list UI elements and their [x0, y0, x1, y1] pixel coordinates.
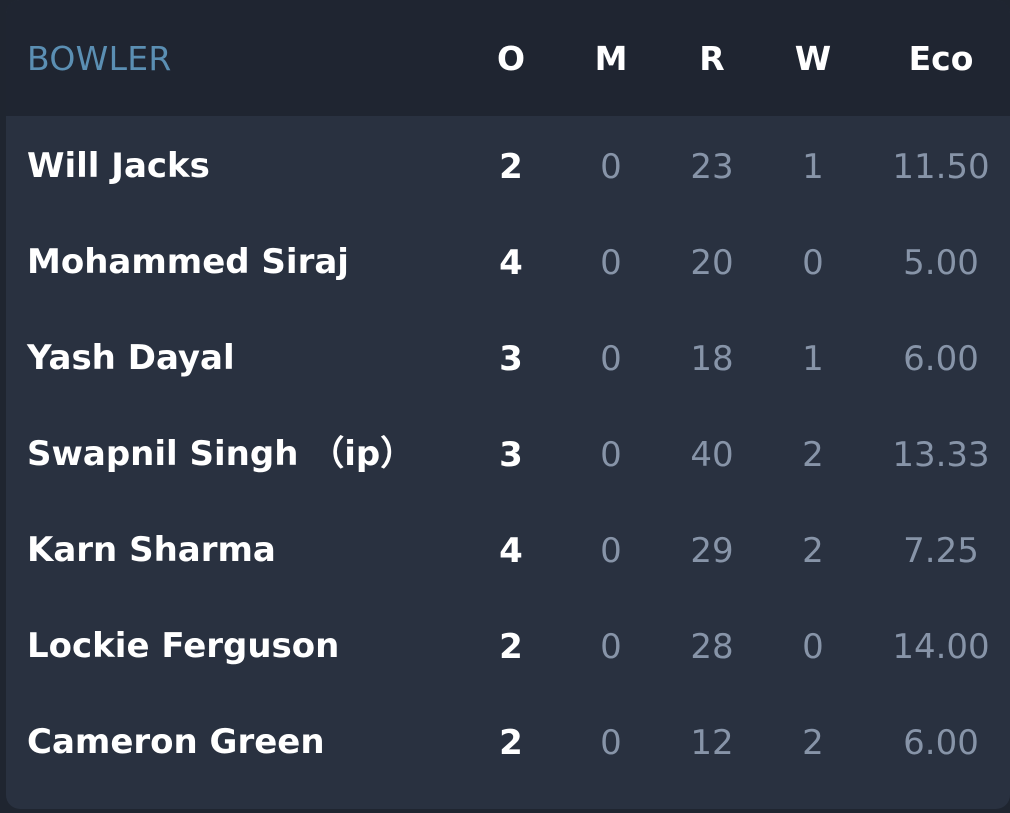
economy-value: 11.50 — [892, 147, 990, 187]
table-row: Lockie Ferguson 2 0 28 0 14.00 — [6, 599, 1010, 695]
wickets-value: 1 — [802, 339, 824, 379]
bowler-name: Lockie Ferguson — [27, 626, 340, 666]
bowler-name: Swapnil Singh （ip） — [27, 434, 415, 474]
bowler-name: Karn Sharma — [27, 530, 276, 570]
wickets-value: 0 — [802, 243, 824, 283]
economy-value: 6.00 — [903, 723, 979, 763]
economy-value: 6.00 — [903, 339, 979, 379]
header-economy: Eco — [908, 39, 974, 78]
wickets-value: 2 — [802, 435, 824, 475]
table-row: Mohammed Siraj 4 0 20 0 5.00 — [6, 215, 1010, 311]
bowler-name: Cameron Green — [27, 722, 325, 762]
economy-value: 14.00 — [892, 627, 990, 667]
wickets-value: 1 — [802, 147, 824, 187]
wickets-value: 2 — [802, 723, 824, 763]
bowler-name: Mohammed Siraj — [27, 242, 349, 282]
economy-value: 13.33 — [892, 435, 990, 475]
bowler-name: Yash Dayal — [27, 338, 235, 378]
table-row: Yash Dayal 3 0 18 1 6.00 — [6, 311, 1010, 407]
table-row: Will Jacks 2 0 23 1 11.50 — [6, 119, 1010, 215]
header-bowler: BOWLER — [27, 39, 172, 78]
table-row: Karn Sharma 4 0 29 2 7.25 — [6, 503, 1010, 599]
bowler-name: Will Jacks — [27, 146, 210, 186]
table-row: Swapnil Singh （ip） 3 0 40 2 13.33 — [6, 407, 1010, 503]
bowling-scorecard: BOWLER O M R W Eco Will Jacks 2 0 23 1 1… — [6, 0, 1010, 809]
wickets-value: 2 — [802, 531, 824, 571]
table-header: BOWLER O M R W Eco — [6, 0, 1010, 116]
economy-value: 5.00 — [903, 243, 979, 283]
economy-value: 7.25 — [903, 531, 979, 571]
table-row: Cameron Green 2 0 12 2 6.00 — [6, 695, 1010, 791]
wickets-value: 0 — [802, 627, 824, 667]
header-wickets: W — [794, 39, 832, 78]
